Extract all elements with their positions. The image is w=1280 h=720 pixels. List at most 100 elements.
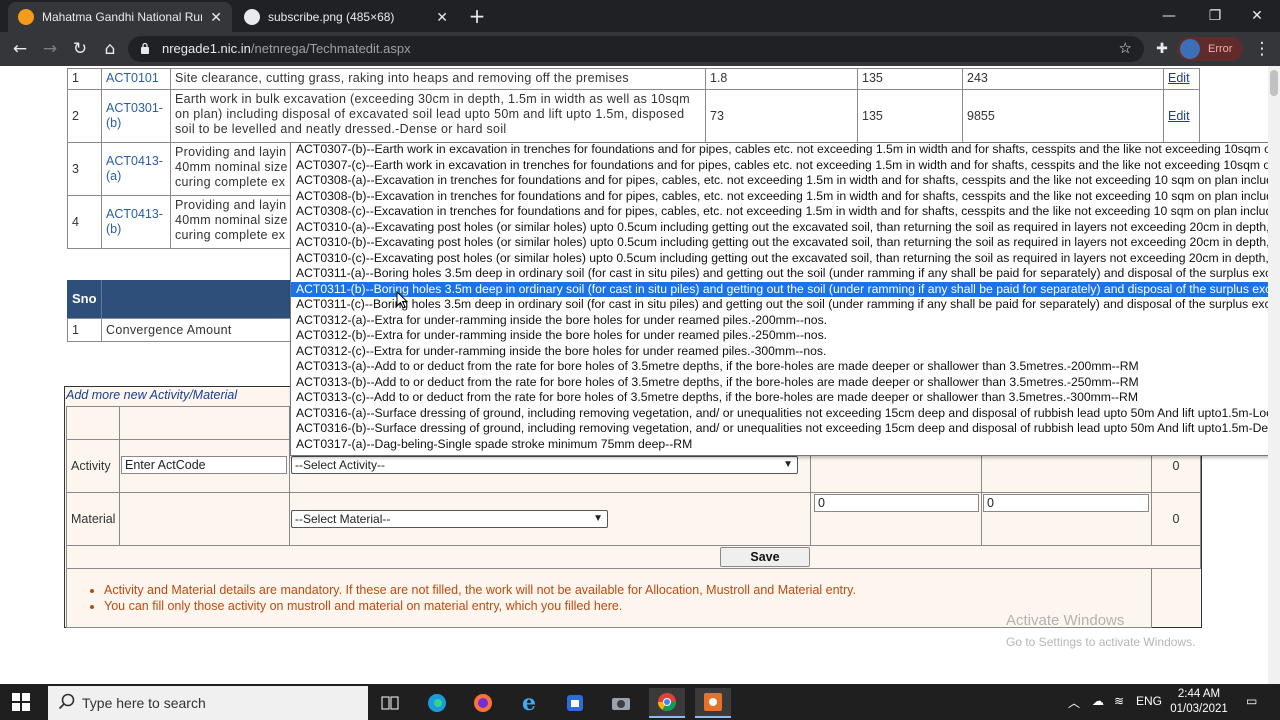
material-total: 0: [1151, 492, 1201, 546]
form-header-cell: [119, 406, 290, 440]
row2-description: Earth work in bulk excavation (exceeding…: [170, 89, 706, 143]
row2-amount: 9855: [962, 89, 1164, 143]
search-icon: [58, 693, 75, 710]
clock-time: 2:44 AM: [1177, 688, 1221, 700]
row3-code: ACT0413-(a): [101, 142, 171, 196]
dropdown-option[interactable]: ACT0307-(c)--Earth work in excavation in…: [291, 158, 1279, 174]
material-rate-input[interactable]: 0: [983, 494, 1149, 512]
row2-quantity: 73: [705, 89, 858, 143]
tray-cloud-icon[interactable]: ☁: [1092, 694, 1104, 708]
windows-start-icon[interactable]: [12, 693, 30, 711]
dropdown-option[interactable]: ACT0311-(c)--Boring holes 3.5m deep in o…: [291, 297, 1279, 313]
taskbar-clock[interactable]: 2:44 AM 01/03/2021: [1168, 687, 1230, 717]
recorder-app-icon[interactable]: [695, 688, 731, 718]
dropdown-option-selected[interactable]: ACT0311-(b)--Boring holes 3.5m deep in o…: [291, 281, 1279, 297]
notes-list: Activity and Material details are mandat…: [104, 583, 856, 614]
home-icon[interactable]: ⌂: [98, 37, 122, 61]
new-tab-button[interactable]: +: [466, 6, 488, 28]
forward-arrow-icon[interactable]: →: [38, 37, 62, 61]
activity-select-value: --Select Activity--: [295, 458, 386, 472]
activity-dropdown-list[interactable]: ACT0307-(b)--Earth work in excavation in…: [290, 142, 1280, 456]
extensions-puzzle-icon[interactable]: ✚: [1150, 37, 1174, 61]
tab-subscribe-png[interactable]: subscribe.png (485×68) ✕: [234, 2, 458, 32]
row3-description: Providing and layin 40mm nominal size cu…: [170, 142, 294, 196]
dropdown-option[interactable]: ACT0312-(a)--Extra for under-ramming ins…: [291, 313, 1279, 329]
language-indicator[interactable]: ENG: [1136, 694, 1162, 708]
row1-quantity: 1.8: [705, 68, 858, 90]
chevron-down-icon: ▼: [593, 513, 603, 524]
scrollbar-thumb[interactable]: [1270, 70, 1278, 96]
tab-mgnrega[interactable]: Mahatma Gandhi National Rural ✕: [8, 2, 232, 32]
notifications-icon[interactable]: ▭: [1246, 694, 1257, 708]
search-placeholder: Type here to search: [82, 695, 206, 711]
back-arrow-icon[interactable]: ←: [8, 37, 32, 61]
edge-browser-icon[interactable]: [419, 688, 455, 718]
reload-icon[interactable]: ↻: [68, 37, 92, 61]
mouse-cursor-icon: [396, 291, 408, 309]
maximize-button[interactable]: ❐: [1192, 0, 1238, 32]
dropdown-option[interactable]: ACT0310-(c)--Excavating post holes (or s…: [291, 251, 1279, 267]
dropdown-option[interactable]: ACT0311-(a)--Boring holes 3.5m deep in o…: [291, 266, 1279, 282]
internet-explorer-icon[interactable]: e: [511, 688, 547, 718]
row3-desc-line: curing complete ex: [175, 175, 286, 189]
dropdown-option[interactable]: ACT0313-(a)--Add to or deduct from the r…: [291, 359, 1279, 375]
chevron-down-icon: ▼: [783, 459, 793, 470]
activity-select[interactable]: --Select Activity-- ▼: [291, 456, 798, 474]
row3-desc-line: Providing and layin: [175, 145, 287, 159]
dropdown-option[interactable]: ACT0307-(b)--Earth work in excavation in…: [291, 143, 1279, 158]
minimize-button[interactable]: —: [1146, 0, 1192, 32]
page-scrollbar[interactable]: [1268, 66, 1280, 684]
camera-icon[interactable]: [603, 688, 639, 718]
dropdown-option[interactable]: ACT0317-(a)--Dag-beling-Single spade str…: [291, 437, 1279, 453]
row2-sno: 2: [67, 89, 102, 143]
dropdown-option[interactable]: ACT0312-(c)--Extra for under-ramming ins…: [291, 344, 1279, 360]
row1-amount: 243: [962, 68, 1164, 90]
site-favicon-icon: [18, 9, 34, 25]
row2-edit-link[interactable]: Edit: [1168, 109, 1190, 123]
dropdown-option[interactable]: ACT0308-(a)--Excavation in trenches for …: [291, 173, 1279, 189]
row1-edit-link[interactable]: Edit: [1168, 71, 1190, 85]
convergence-sno: 1: [67, 318, 102, 342]
dropdown-option[interactable]: ACT0308-(c)--Excavation in trenches for …: [291, 204, 1279, 220]
address-bar[interactable]: nregade1.nic.in/netnrega/Techmatedit.asp…: [128, 36, 1144, 62]
row3-sno: 3: [67, 142, 102, 196]
wifi-icon[interactable]: ≋: [1114, 694, 1124, 708]
tab-title: Mahatma Gandhi National Rural: [42, 10, 203, 24]
row3-desc-line: 40mm nominal size: [175, 160, 288, 174]
material-qty-input[interactable]: 0: [814, 494, 979, 512]
avatar: [1180, 39, 1200, 59]
dropdown-option[interactable]: ACT0312-(b)--Extra for under-ramming ins…: [291, 328, 1279, 344]
close-tab-icon[interactable]: ✕: [210, 9, 222, 26]
row1-sno: 1: [67, 68, 102, 90]
dropdown-option[interactable]: ACT0308-(b)--Excavation in trenches for …: [291, 189, 1279, 205]
material-select-value: --Select Material--: [295, 512, 391, 526]
profile-error-button[interactable]: Error: [1177, 37, 1243, 61]
dropdown-option[interactable]: ACT0310-(b)--Excavating post holes (or s…: [291, 235, 1279, 251]
chrome-icon[interactable]: [649, 688, 685, 718]
dropdown-option[interactable]: ACT0316-(b)--Surface dressing of ground,…: [291, 421, 1279, 437]
activate-windows-title: Activate Windows: [1006, 612, 1125, 629]
tray-chevron-up-icon[interactable]: ︿: [1068, 694, 1080, 711]
firefox-icon[interactable]: [465, 688, 501, 718]
windows-taskbar: Type here to search e ︿ ☁ ≋ ENG 2:44 AM …: [0, 684, 1280, 720]
activity-label: Activity: [66, 439, 120, 493]
row1-code: ACT0101: [101, 68, 171, 90]
dropdown-option[interactable]: ACT0313-(b)--Add to or deduct from the r…: [291, 375, 1279, 391]
menu-kebab-icon[interactable]: ⋮: [1250, 37, 1274, 61]
close-window-button[interactable]: ✕: [1234, 0, 1280, 32]
taskbar-search-box[interactable]: Type here to search: [48, 686, 368, 720]
tab-title: subscribe.png (485×68): [268, 10, 395, 24]
globe-icon: [244, 9, 260, 25]
close-tab-icon[interactable]: ✕: [436, 9, 448, 26]
dropdown-option[interactable]: ACT0313-(c)--Add to or deduct from the r…: [291, 390, 1279, 406]
bookmark-star-icon[interactable]: ☆: [1119, 39, 1132, 57]
save-button[interactable]: Save: [720, 547, 810, 567]
dropdown-option[interactable]: ACT0310-(a)--Excavating post holes (or s…: [291, 220, 1279, 236]
material-select[interactable]: --Select Material-- ▼: [291, 510, 608, 528]
security-app-icon[interactable]: [557, 688, 593, 718]
task-view-icon[interactable]: [372, 688, 408, 718]
material-label: Material: [66, 492, 120, 546]
actcode-input[interactable]: Enter ActCode: [121, 456, 287, 474]
dropdown-option[interactable]: ACT0316-(a)--Surface dressing of ground,…: [291, 406, 1279, 422]
row4-desc-line: 40mm nominal size: [175, 213, 288, 227]
